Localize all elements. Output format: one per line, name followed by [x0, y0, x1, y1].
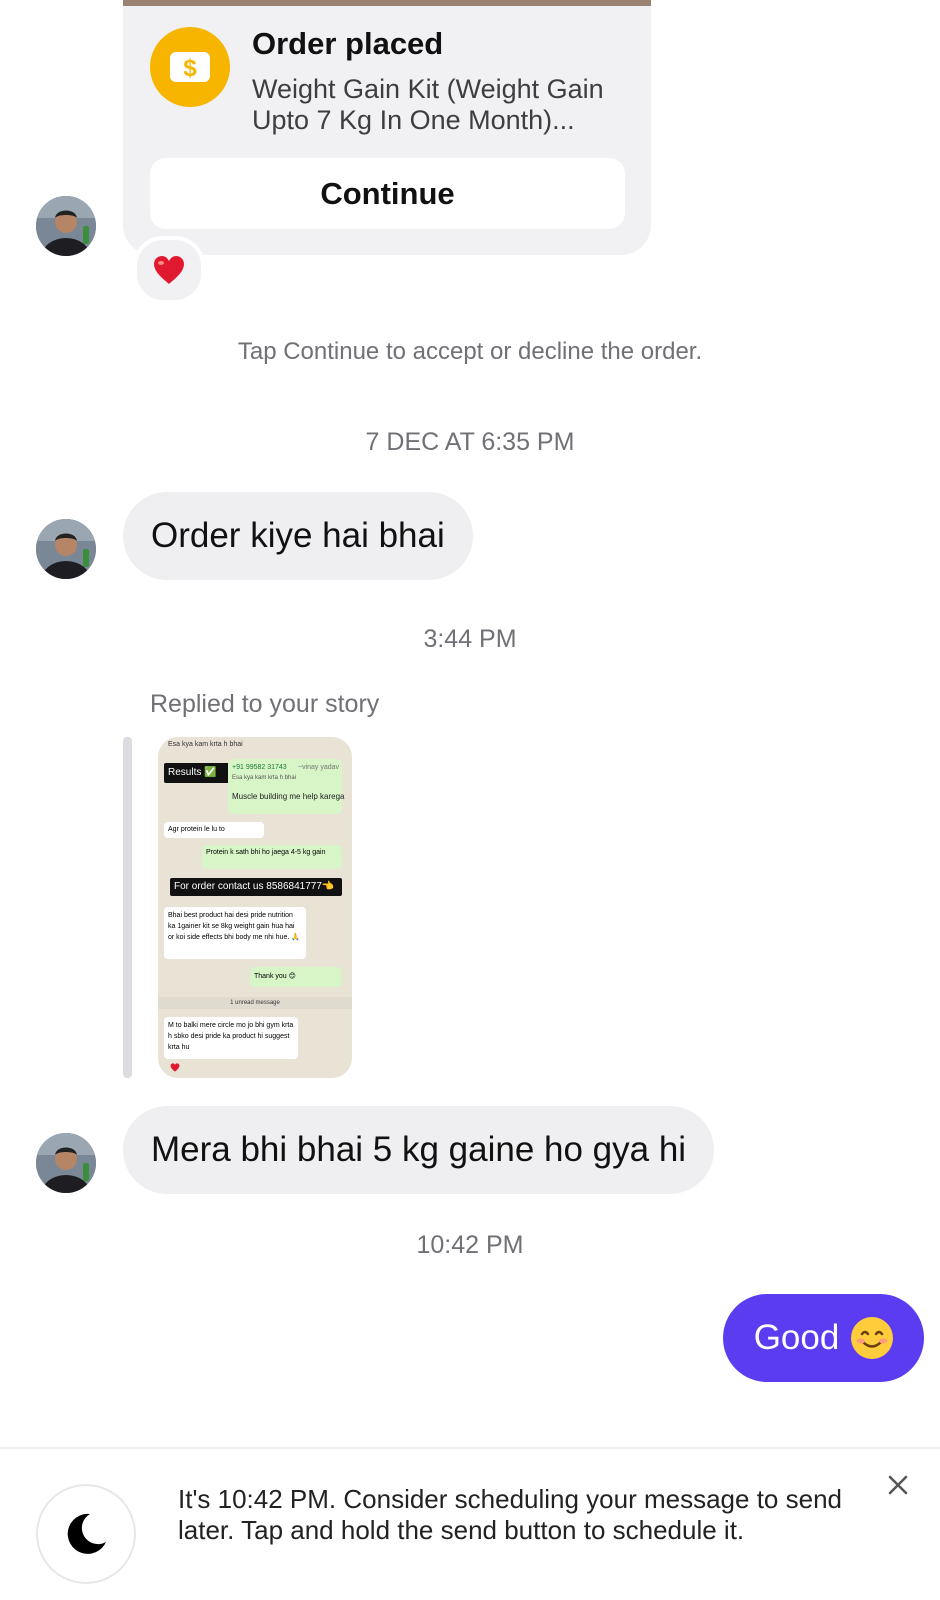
story-line: Agr protein le lu to [164, 822, 264, 838]
story-line: Thank you 😊 [250, 967, 342, 987]
svg-text:$: $ [183, 55, 197, 82]
story-line: Esa kya kam krta h bhai [232, 775, 297, 781]
received-message[interactable]: Mera bhi bhai 5 kg gaine ho gya hi [123, 1106, 715, 1194]
story-line: Protein k sath bhi ho jaega 4-5 kg gain [202, 845, 342, 869]
story-preview[interactable]: Esa kya kam krta h bhai Results ✅ +91 99… [158, 737, 352, 1078]
smile-emoji-icon [851, 1317, 894, 1359]
moon-icon [36, 1484, 136, 1584]
order-description: Weight Gain Kit (Weight Gain Upto 7 Kg I… [252, 74, 604, 135]
received-message[interactable]: Order kiye hai bhai [123, 492, 473, 580]
story-line: M to balki mere circle mo jo bhi gym krt… [164, 1017, 298, 1059]
sent-message[interactable]: Good [723, 1294, 924, 1382]
story-line: Esa kya kam krta h bhai [168, 741, 243, 748]
timestamp: 7 DEC AT 6:35 PM [365, 428, 575, 456]
story-line: Muscle building me help karega [232, 792, 345, 801]
close-icon[interactable] [883, 1470, 913, 1500]
story-line: Bhai best product hai desi pride nutriti… [164, 907, 306, 959]
story-line: ~vinay yadav [298, 764, 340, 771]
dollar-icon: $ [150, 27, 230, 107]
heart-reaction-icon[interactable] [133, 236, 205, 304]
banner-divider [0, 1447, 940, 1449]
story-line: Results ✅ [164, 763, 231, 783]
avatar[interactable] [36, 196, 96, 256]
continue-button[interactable]: Continue [150, 158, 625, 229]
timestamp: 3:44 PM [423, 625, 517, 653]
sent-message-text: Good [753, 1318, 840, 1357]
avatar[interactable] [36, 519, 96, 579]
story-line: +91 99582 31743 [232, 764, 287, 771]
story-line: For order contact us 8586841777👈 [170, 878, 342, 896]
timestamp: 10:42 PM [416, 1231, 524, 1259]
order-title: Order placed [252, 26, 444, 61]
schedule-banner-text: It's 10:42 PM. Consider scheduling your … [178, 1484, 842, 1545]
order-hint-text: Tap Continue to accept or decline the or… [237, 338, 703, 365]
heart-icon [170, 1063, 180, 1072]
reply-indicator-bar [123, 737, 132, 1078]
order-card-image-strip [123, 0, 651, 6]
avatar[interactable] [36, 1133, 96, 1193]
replied-to-story-label: Replied to your story [150, 690, 380, 718]
story-line: 1 unread message [158, 997, 352, 1009]
